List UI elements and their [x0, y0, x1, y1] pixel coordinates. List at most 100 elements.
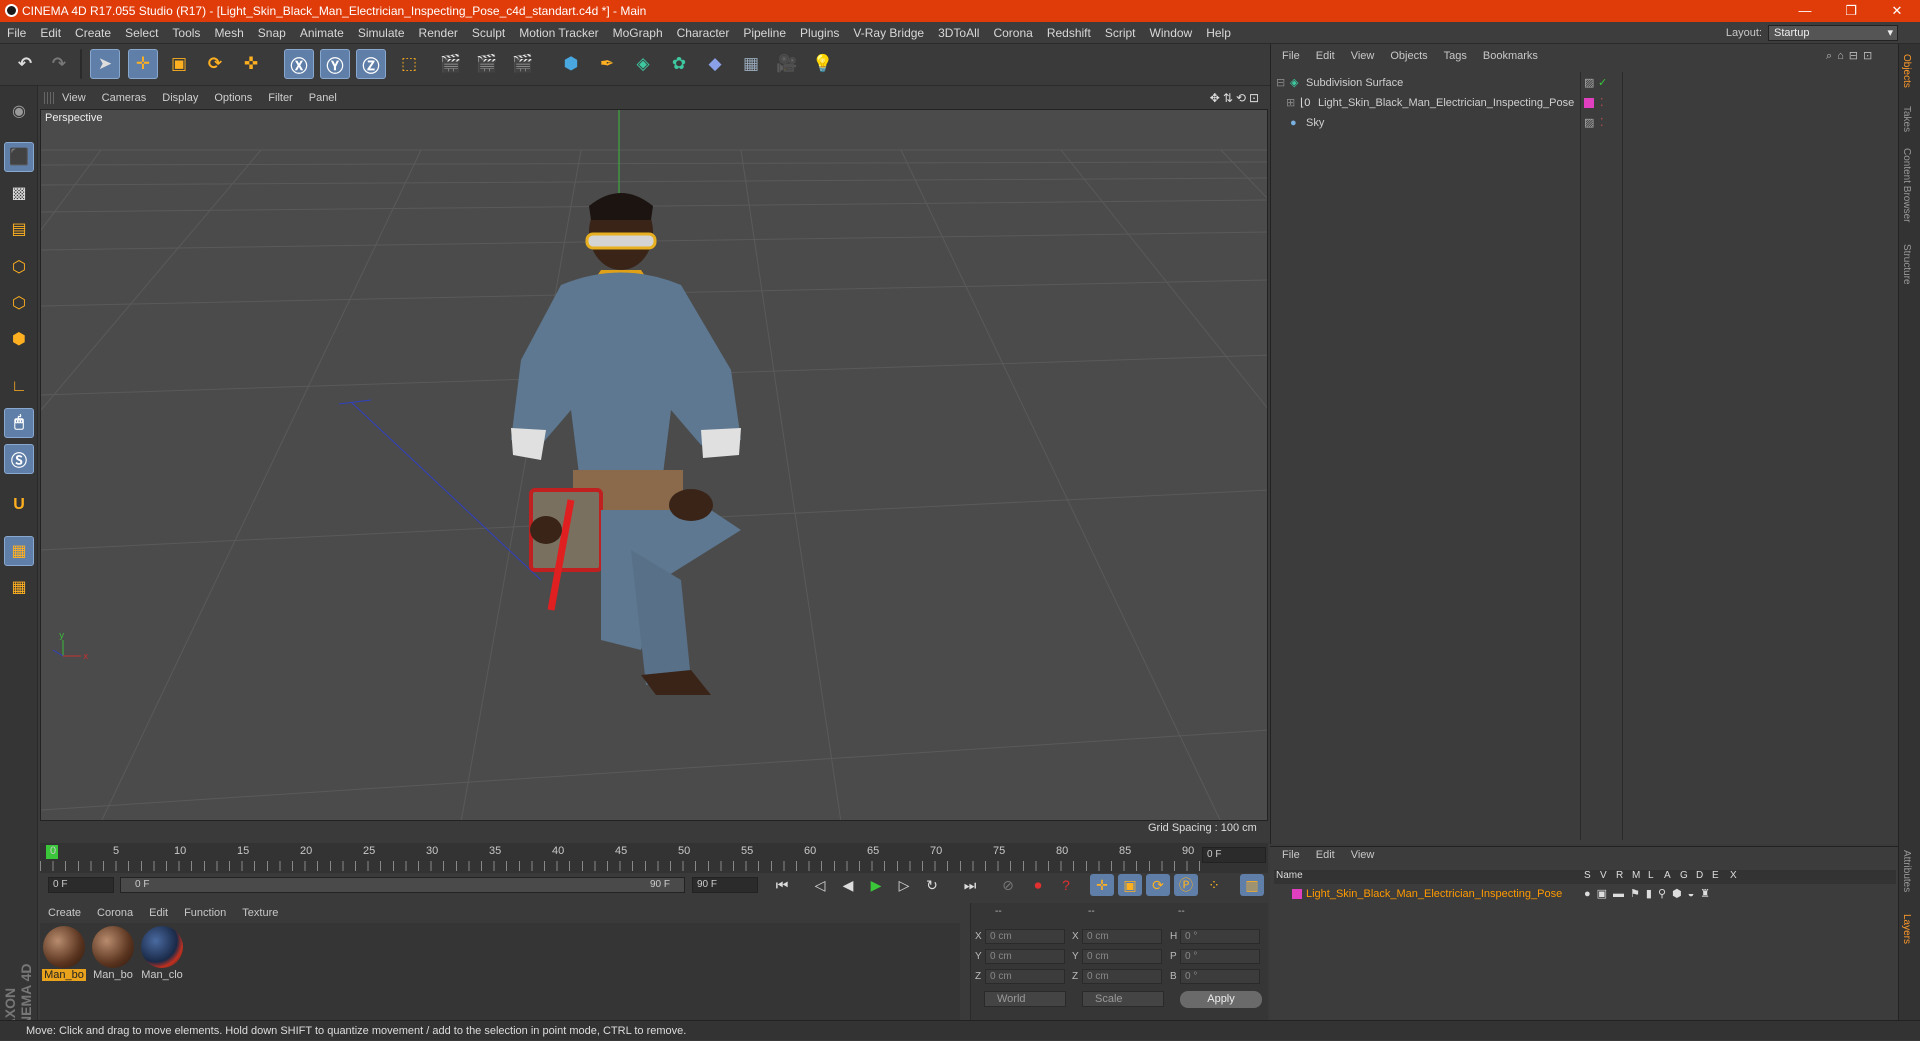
layer-col-x[interactable]: X — [1730, 870, 1737, 881]
go-to-end-icon[interactable]: ⏭ — [958, 874, 982, 896]
go-to-start-icon[interactable]: ⏮ — [770, 874, 794, 896]
tab-layers[interactable]: Layers — [1901, 914, 1912, 944]
viewport-menu-filter[interactable]: Filter — [260, 92, 300, 104]
layer-col-l[interactable]: L — [1648, 870, 1654, 881]
move-tool-icon[interactable]: ✛ — [128, 49, 158, 79]
om-menu-bookmarks[interactable]: Bookmarks — [1475, 50, 1546, 62]
parameter-key-icon[interactable]: Ⓟ — [1174, 874, 1198, 896]
viewport-menu-display[interactable]: Display — [154, 92, 206, 104]
layer-col-a[interactable]: A — [1664, 870, 1671, 881]
menu-file[interactable]: File — [0, 26, 33, 40]
menu-vray-bridge[interactable]: V-Ray Bridge — [846, 26, 931, 40]
visibility-dots[interactable]: ▨ — [1584, 114, 1594, 132]
menu-3dtoall[interactable]: 3DToAll — [931, 26, 986, 40]
rotate-tool-icon[interactable]: ⟳ — [200, 49, 230, 79]
expand-icon[interactable]: ⊟ — [1276, 74, 1285, 92]
material-menu-function[interactable]: Function — [176, 907, 234, 919]
om-menu-tags[interactable]: Tags — [1436, 50, 1475, 62]
om-menu-file[interactable]: File — [1274, 50, 1308, 62]
menu-script[interactable]: Script — [1098, 26, 1143, 40]
next-frame-icon[interactable]: ▷ — [892, 874, 916, 896]
enabled-check-icon[interactable]: ✓ — [1598, 74, 1607, 92]
menu-animate[interactable]: Animate — [293, 26, 351, 40]
menu-render[interactable]: Render — [412, 26, 465, 40]
polygons-mode-icon[interactable]: ⬢ — [4, 324, 34, 354]
timeline-window-icon[interactable]: ▥ — [1240, 874, 1264, 896]
texture-mode-icon[interactable]: ▩ — [4, 178, 34, 208]
layer-col-r[interactable]: R — [1616, 870, 1623, 881]
lm-menu-edit[interactable]: Edit — [1308, 849, 1343, 861]
size-z-field[interactable]: 0 cm — [1082, 969, 1162, 984]
coordinate-system-icon[interactable]: ⬚ — [394, 49, 424, 79]
menu-plugins[interactable]: Plugins — [793, 26, 846, 40]
layer-flag-icons[interactable]: ●▣▬⚑▮⚲⬢◒♜ — [1584, 886, 1716, 902]
light-icon[interactable]: 💡 — [808, 49, 838, 79]
menu-simulate[interactable]: Simulate — [351, 26, 412, 40]
y-axis-lock-icon[interactable]: Ⓨ — [320, 49, 350, 79]
layer-color-swatch[interactable] — [1292, 889, 1302, 899]
scale-mode-dropdown[interactable]: Scale — [1082, 991, 1164, 1007]
om-menu-view[interactable]: View — [1343, 50, 1383, 62]
autokey-icon[interactable]: ⏺ — [1026, 874, 1050, 896]
transform-tool-icon[interactable]: ✜ — [236, 49, 266, 79]
minimize-button[interactable]: — — [1782, 0, 1828, 22]
position-y-field[interactable]: 0 cm — [985, 949, 1065, 964]
menu-help[interactable]: Help — [1199, 26, 1238, 40]
snapping-icon[interactable]: Ⓢ — [4, 444, 34, 474]
material-swatch[interactable]: Man_bo — [42, 926, 86, 981]
size-y-field[interactable]: 0 cm — [1082, 949, 1162, 964]
render-settings-icon[interactable]: 🎬 — [508, 49, 538, 79]
previous-key-icon[interactable]: ◁ — [808, 874, 832, 896]
material-swatch[interactable]: Man_bo — [91, 926, 135, 981]
layer-col-e[interactable]: E — [1712, 870, 1719, 881]
cloner-icon[interactable]: ✿ — [664, 49, 694, 79]
previous-frame-icon[interactable]: ◀ — [836, 874, 860, 896]
menu-edit[interactable]: Edit — [33, 26, 68, 40]
camera-icon[interactable]: 🎥 — [772, 49, 802, 79]
x-axis-lock-icon[interactable]: Ⓧ — [284, 49, 314, 79]
layer-col-v[interactable]: V — [1600, 870, 1607, 881]
point-level-key-icon[interactable]: ⁘ — [1202, 874, 1226, 896]
material-menu-create[interactable]: Create — [40, 907, 89, 919]
layer-col-g[interactable]: G — [1680, 870, 1688, 881]
menu-window[interactable]: Window — [1143, 26, 1200, 40]
record-keys-icon[interactable]: ⊘ — [996, 874, 1020, 896]
menu-pipeline[interactable]: Pipeline — [736, 26, 793, 40]
viewport-menu-panel[interactable]: Panel — [301, 92, 345, 104]
subdivision-surface-icon[interactable]: ◈ — [628, 49, 658, 79]
timeline-ruler[interactable]: 0 5 10 15 20 25 30 35 40 45 50 55 60 65 … — [40, 843, 1268, 873]
tweak-mode-icon[interactable]: 🖱 — [4, 408, 34, 438]
viewport-menu-view[interactable]: View — [54, 92, 94, 104]
material-menu-texture[interactable]: Texture — [234, 907, 286, 919]
menu-motion-tracker[interactable]: Motion Tracker — [512, 26, 605, 40]
rotation-p-field[interactable]: 0 ° — [1180, 949, 1260, 964]
deformer-icon[interactable]: ◆ — [700, 49, 730, 79]
play-icon[interactable]: ▶ — [864, 874, 888, 896]
visibility-dots[interactable]: ⁚ — [1600, 114, 1604, 132]
visibility-dots[interactable]: ▨ — [1584, 74, 1594, 92]
material-menu-edit[interactable]: Edit — [141, 907, 176, 919]
menu-mesh[interactable]: Mesh — [207, 26, 250, 40]
pen-spline-icon[interactable]: ✒ — [592, 49, 622, 79]
apply-button[interactable]: Apply — [1180, 991, 1262, 1008]
tab-takes[interactable]: Takes — [1901, 106, 1912, 132]
rotation-b-field[interactable]: 0 ° — [1180, 969, 1260, 984]
expand-icon[interactable]: ⊞ — [1286, 94, 1295, 112]
position-key-icon[interactable]: ✛ — [1090, 874, 1114, 896]
start-frame-field[interactable]: 0 F — [48, 877, 114, 893]
frame-range-slider[interactable]: 0 F 90 F — [120, 877, 685, 893]
menu-corona[interactable]: Corona — [986, 26, 1039, 40]
model-mode-icon[interactable]: ⬛ — [4, 142, 34, 172]
tab-content-browser[interactable]: Content Browser — [1901, 148, 1912, 222]
layout-dropdown[interactable]: Startup — [1768, 25, 1898, 41]
tab-objects[interactable]: Objects — [1901, 54, 1912, 88]
position-z-field[interactable]: 0 cm — [985, 969, 1065, 984]
object-row-subdivision[interactable]: ⊟ ◈ Subdivision Surface ▨ ✓ — [1274, 74, 1898, 92]
layer-color-tag[interactable] — [1584, 98, 1594, 108]
current-frame-field[interactable]: 0 F — [1202, 847, 1266, 863]
lm-menu-view[interactable]: View — [1343, 849, 1383, 861]
lm-menu-file[interactable]: File — [1274, 849, 1308, 861]
redo-icon[interactable]: ↷ — [44, 49, 74, 79]
layer-col-m[interactable]: M — [1632, 870, 1640, 881]
viewport-menu-cameras[interactable]: Cameras — [94, 92, 155, 104]
